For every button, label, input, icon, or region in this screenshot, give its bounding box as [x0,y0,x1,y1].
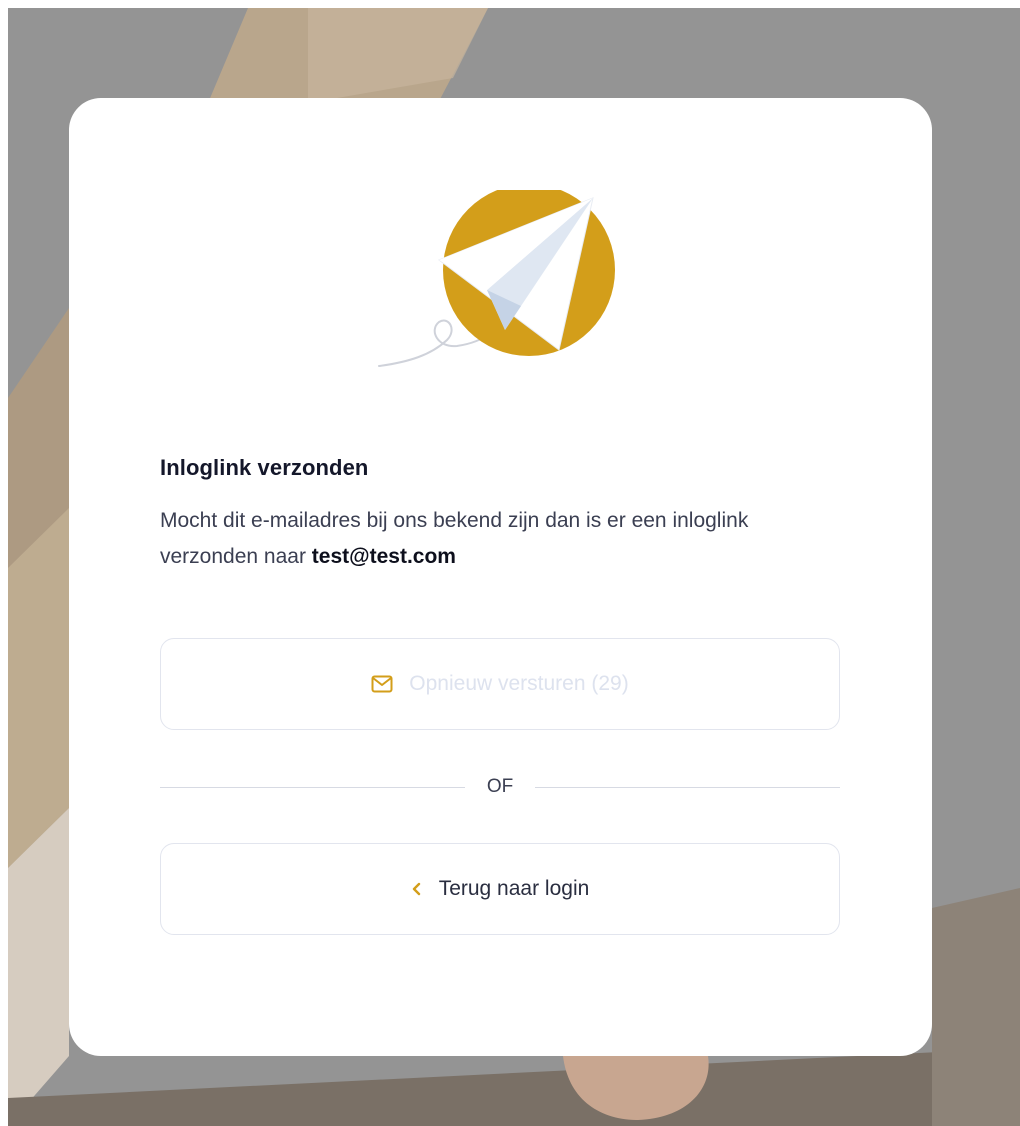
paper-plane-illustration [378,190,615,367]
or-divider: OF [160,774,841,800]
confirmation-card: Inloglink verzonden Mocht dit e-mailadre… [69,98,932,1056]
resend-button[interactable]: Opnieuw versturen (29) [160,638,840,730]
back-to-login-button[interactable]: Terug naar login [160,843,840,935]
back-button-label: Terug naar login [438,877,590,900]
envelope-icon [371,675,393,693]
page-title: Inloglink verzonden [160,455,369,480]
chevron-left-icon [411,881,423,897]
resend-button-label: Opnieuw versturen (29) [409,672,629,695]
divider-line-right [535,786,841,788]
divider-line-left [160,786,465,788]
divider-label: OF [486,776,514,797]
page-background: Inloglink verzonden Mocht dit e-mailadre… [8,8,1020,1126]
confirmation-message: Mocht dit e-mailadres bij ons bekend zij… [160,503,850,575]
email-address: test@test.com [311,545,456,568]
